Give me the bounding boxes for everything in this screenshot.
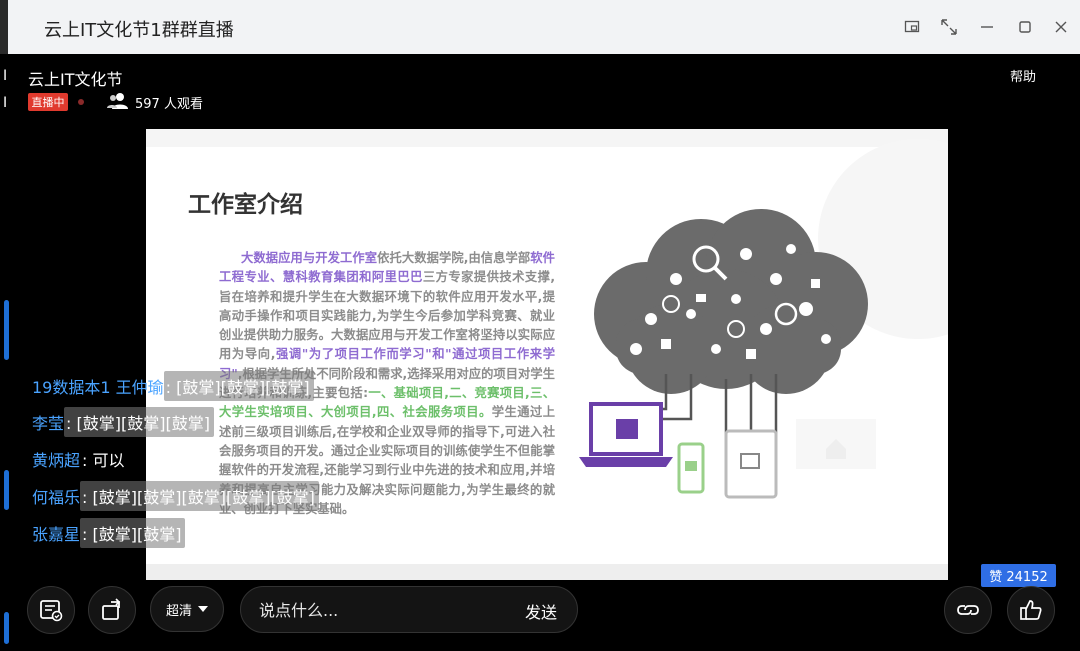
chat-message: 李莹 : [鼓掌][鼓掌][鼓掌] xyxy=(28,407,214,437)
chat-message: 19数据本1 王仲瑜 : [鼓掌][鼓掌][鼓掌] xyxy=(28,371,314,401)
help-link[interactable]: 帮助 xyxy=(1010,66,1036,85)
slide-lead: 大数据应用与开发工作室 xyxy=(241,251,378,265)
share-link-button[interactable] xyxy=(944,586,992,634)
chat-username[interactable]: 张嘉星 xyxy=(28,521,80,545)
slide-title: 工作室介绍 xyxy=(188,192,303,218)
chat-body: [鼓掌][鼓掌][鼓掌][鼓掌][鼓掌] xyxy=(92,488,315,507)
live-status-badge: 直播中 xyxy=(28,93,68,111)
likes-count-badge: 赞 24152 xyxy=(981,564,1056,587)
tablet-icon xyxy=(724,429,778,499)
chat-body: [鼓掌][鼓掌][鼓掌] xyxy=(176,378,310,397)
chat-separator: : xyxy=(165,378,177,397)
comment-input[interactable] xyxy=(259,597,489,623)
title-bar: 云上IT文化节1群群直播 xyxy=(0,0,1080,54)
chat-text: : [鼓掌][鼓掌][鼓掌] xyxy=(163,371,314,401)
chat-text: : [鼓掌][鼓掌][鼓掌][鼓掌][鼓掌] xyxy=(80,481,319,511)
thumbs-up-icon xyxy=(1020,600,1042,620)
slide-bottom-band xyxy=(146,564,948,580)
chat-username[interactable]: 19数据本1 王仲瑜 xyxy=(28,374,164,398)
quality-label: 超清 xyxy=(165,603,192,619)
chat-message: 张嘉星 : [鼓掌][鼓掌] xyxy=(28,518,186,548)
chat-text: : 可以 xyxy=(80,444,129,474)
home-icon xyxy=(796,419,876,469)
close-icon[interactable] xyxy=(1049,15,1073,39)
quality-selector[interactable]: 超清 xyxy=(150,586,224,632)
edge-scroll-mark xyxy=(4,300,9,360)
notes-button[interactable] xyxy=(27,586,75,634)
send-button[interactable]: 发送 xyxy=(525,599,557,623)
phone-icon xyxy=(677,442,705,494)
viewer-count: 597 人观看 xyxy=(135,97,203,112)
slide-top-band xyxy=(146,129,948,147)
chat-separator: : xyxy=(82,525,93,544)
room-name: 云上IT文化节 xyxy=(28,70,123,89)
chat-username[interactable]: 黄炳超 xyxy=(28,447,80,471)
viewers-icon xyxy=(106,92,130,110)
like-button[interactable] xyxy=(1007,586,1055,634)
chat-message: 黄炳超 : 可以 xyxy=(28,444,129,474)
live-stream-window: 云上IT文化节1群群直播 云上IT文化节 帮助 直播中 597 人观看 I I xyxy=(0,0,1080,651)
title-bar-accent xyxy=(0,0,8,54)
chat-body: [鼓掌][鼓掌] xyxy=(92,525,182,544)
edge-scroll-mark xyxy=(4,612,9,644)
slide-text-a: 依托大数据学院,由信息学部 xyxy=(377,251,531,265)
window-title: 云上IT文化节1群群直播 xyxy=(44,20,234,41)
notes-icon xyxy=(40,600,63,622)
chat-separator: : xyxy=(82,488,93,507)
edge-scroll-mark xyxy=(4,470,9,510)
chat-body: 可以 xyxy=(92,451,125,470)
chat-body: [鼓掌][鼓掌][鼓掌] xyxy=(76,414,210,433)
chat-username[interactable]: 李莹 xyxy=(28,410,64,434)
edge-fragment: I xyxy=(3,95,8,111)
laptop-icon xyxy=(579,402,673,467)
rotate-icon xyxy=(102,598,121,620)
comment-bar: 发送 xyxy=(240,586,578,633)
chat-separator: : xyxy=(66,414,77,433)
chat-text: : [鼓掌][鼓掌] xyxy=(80,518,186,548)
edge-fragment: I xyxy=(3,68,8,84)
presentation-slide: 工作室介绍 大数据应用与开发工作室依托大数据学院,由信息学部软件工程专业、慧科教… xyxy=(146,129,948,580)
chat-text: : [鼓掌][鼓掌][鼓掌] xyxy=(64,407,214,437)
fullscreen-icon[interactable] xyxy=(937,15,961,39)
chat-username[interactable]: 何福乐 xyxy=(28,484,80,508)
minimize-icon[interactable] xyxy=(975,15,999,39)
maximize-icon[interactable] xyxy=(1013,15,1037,39)
chat-separator: : xyxy=(82,451,93,470)
chevron-down-icon xyxy=(198,606,208,612)
live-indicator-dot xyxy=(78,99,84,105)
rotate-screen-button[interactable] xyxy=(88,586,136,634)
pip-icon[interactable] xyxy=(900,15,924,39)
share-link-icon xyxy=(957,605,979,615)
chat-message: 何福乐 : [鼓掌][鼓掌][鼓掌][鼓掌][鼓掌] xyxy=(28,481,319,511)
